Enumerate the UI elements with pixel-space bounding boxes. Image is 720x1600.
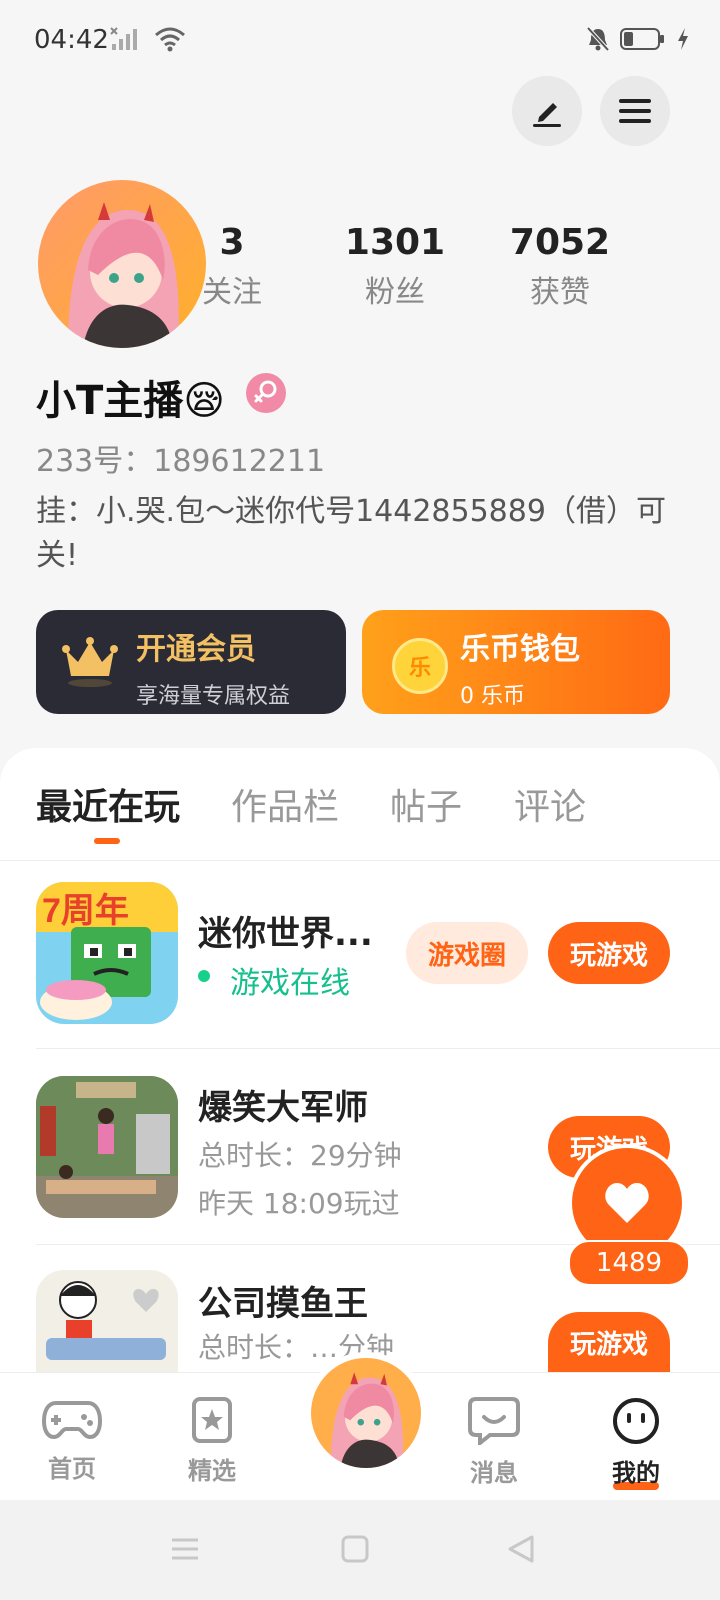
gamepad-icon xyxy=(41,1401,103,1440)
nav-messages[interactable]: 消息 xyxy=(444,1397,544,1488)
following-label: 关注 xyxy=(202,275,262,310)
wallet-balance: 0 乐币 xyxy=(460,684,525,709)
avatar-image xyxy=(311,1358,421,1468)
chat-bubble-icon xyxy=(468,1397,520,1448)
cellular-signal-icon xyxy=(110,27,137,50)
fans-label: 粉丝 xyxy=(365,275,425,310)
pencil-icon xyxy=(533,103,561,127)
tabs-divider xyxy=(0,860,720,861)
game-duration: 总时长：29分钟 xyxy=(198,1139,402,1172)
mute-bell-icon xyxy=(586,26,610,52)
coin-char: 乐 xyxy=(408,656,431,681)
game-title: 公司摸鱼王 xyxy=(198,1284,368,1324)
play-game-button[interactable]: 玩游戏 xyxy=(548,1312,670,1372)
bio-text: 挂：小.哭.包～迷你代号1442855889（借）可关! xyxy=(36,494,666,573)
edit-profile-button[interactable] xyxy=(512,76,582,146)
nav-label: 首页 xyxy=(48,1455,96,1483)
username: 小T主播😪 xyxy=(36,378,225,424)
play-game-button[interactable]: 玩游戏 xyxy=(548,922,670,984)
stat-following[interactable]: 3 关注 xyxy=(167,222,297,311)
vip-subtitle: 享海量专属权益 xyxy=(136,684,291,709)
system-nav-bar xyxy=(0,1500,720,1600)
nav-center-avatar[interactable] xyxy=(305,1352,427,1474)
like-count: 1489 xyxy=(568,1240,690,1286)
game-badge-text: 7周年 xyxy=(42,892,129,930)
charging-icon xyxy=(678,28,688,50)
game-icon-funny-strategist[interactable] xyxy=(36,1076,178,1218)
nav-label: 消息 xyxy=(470,1459,518,1487)
status-time: 04:42 xyxy=(34,25,109,55)
tab-works[interactable]: 作品栏 xyxy=(231,778,339,830)
stat-likes[interactable]: 7052 获赞 xyxy=(495,222,625,311)
wallet-card[interactable]: 乐 乐币钱包 0 乐币 xyxy=(362,610,670,714)
female-icon xyxy=(246,373,286,413)
game-icon-office-slacker[interactable] xyxy=(36,1270,178,1372)
heart-icon xyxy=(605,1183,649,1223)
wallet-title: 乐币钱包 xyxy=(460,632,580,667)
hamburger-menu-icon xyxy=(619,99,651,123)
tab-indicator xyxy=(94,838,120,844)
row-divider xyxy=(36,1048,720,1049)
status-bar: 04:42 xyxy=(0,0,720,80)
battery-icon xyxy=(620,28,664,50)
likes-count: 7052 xyxy=(509,222,611,263)
nav-label: 精选 xyxy=(188,1457,236,1485)
tab-comments[interactable]: 评论 xyxy=(514,778,586,830)
tab-posts[interactable]: 帖子 xyxy=(390,778,462,830)
home-icon[interactable] xyxy=(340,1534,370,1564)
menu-button[interactable] xyxy=(600,76,670,146)
likes-label: 获赞 xyxy=(530,275,590,310)
game-status: 游戏在线 xyxy=(230,966,350,1001)
game-title: 爆笑大军师 xyxy=(198,1088,368,1128)
vip-title: 开通会员 xyxy=(136,632,256,667)
star-bookmark-icon xyxy=(192,1397,232,1443)
back-icon[interactable] xyxy=(506,1534,536,1564)
vip-card[interactable]: 开通会员 享海量专属权益 xyxy=(36,610,346,714)
crown-icon xyxy=(62,637,118,687)
game-title: 迷你世界... xyxy=(198,914,373,954)
user-id: 233号：189612211 xyxy=(36,444,326,479)
smile-face-icon xyxy=(613,1398,659,1444)
recent-apps-icon[interactable] xyxy=(170,1534,200,1564)
nav-featured[interactable]: 精选 xyxy=(162,1397,262,1486)
coin-icon: 乐 xyxy=(392,638,448,694)
nav-me[interactable]: 我的 xyxy=(586,1397,686,1490)
nav-label: 我的 xyxy=(612,1459,660,1487)
following-count: 3 xyxy=(219,222,245,263)
game-circle-button[interactable]: 游戏圈 xyxy=(406,922,528,984)
status-battery-group xyxy=(586,26,690,52)
game-last-played: 昨天 18:09玩过 xyxy=(198,1187,400,1220)
wifi-icon xyxy=(155,27,185,52)
stat-fans[interactable]: 1301 粉丝 xyxy=(330,222,460,311)
fans-count: 1301 xyxy=(344,222,446,263)
tab-recent[interactable]: 最近在玩 xyxy=(36,778,180,830)
online-dot xyxy=(198,970,210,982)
nav-home[interactable]: 首页 xyxy=(22,1397,122,1484)
game-icon-mini-world[interactable]: 7周年 xyxy=(36,882,178,1024)
status-signal-wifi xyxy=(110,26,186,52)
